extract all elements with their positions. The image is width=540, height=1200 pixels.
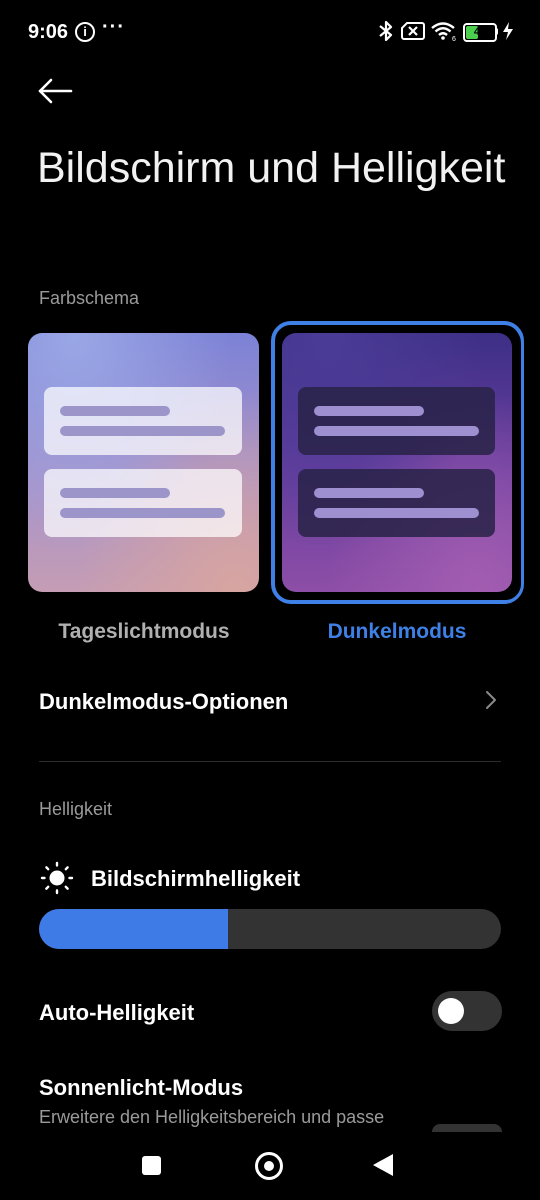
sunlight-mode-toggle[interactable]	[432, 1124, 502, 1132]
dark-mode-label[interactable]: Dunkelmodus	[277, 620, 517, 644]
toggle-knob	[438, 998, 464, 1024]
home-icon	[264, 1161, 274, 1171]
preview-line	[60, 488, 170, 498]
svg-text:6: 6	[452, 36, 456, 41]
preview-panel	[44, 469, 242, 537]
selection-inner-border	[277, 327, 521, 600]
back-button[interactable]	[36, 74, 76, 110]
battery-cap	[495, 28, 498, 35]
charging-icon	[503, 22, 513, 40]
more-dots-icon: ···	[102, 16, 125, 38]
brightness-slider-label: Bildschirmhelligkeit	[91, 866, 301, 891]
page-title: Bildschirm und Helligkeit	[37, 144, 506, 192]
brightness-slider[interactable]	[39, 909, 501, 949]
preview-line	[60, 406, 170, 416]
navigation-bar	[0, 1132, 540, 1200]
sunlight-mode-description: Erweitere den Helligkeitsbereich und pas…	[39, 1107, 385, 1127]
battery-level: 43	[473, 26, 487, 38]
bluetooth-icon	[379, 20, 393, 42]
sunlight-mode-label: Sonnenlicht-Modus	[39, 1075, 244, 1100]
wifi-icon: 6	[431, 22, 456, 41]
divider	[39, 761, 501, 762]
light-mode-label[interactable]: Tageslichtmodus	[24, 620, 264, 644]
battery-icon: 43	[463, 23, 497, 42]
auto-brightness-toggle[interactable]	[432, 991, 502, 1031]
auto-brightness-label: Auto-Helligkeit	[39, 1000, 195, 1025]
no-sim-icon	[401, 22, 425, 40]
brightness-slider-fill	[39, 909, 229, 949]
recents-button[interactable]	[142, 1156, 161, 1175]
status-bar: 9:06 i ··· 6 43	[0, 0, 540, 64]
sun-icon	[40, 861, 74, 895]
status-time: 9:06	[28, 21, 69, 43]
preview-line	[60, 508, 225, 518]
info-icon: i	[75, 22, 95, 42]
chevron-right-icon[interactable]	[484, 690, 498, 710]
brightness-section-label: Helligkeit	[39, 799, 113, 819]
preview-line	[60, 426, 225, 436]
dark-mode-options-item[interactable]: Dunkelmodus-Optionen	[39, 689, 288, 715]
home-button[interactable]	[255, 1152, 283, 1180]
nav-back-button[interactable]	[373, 1154, 393, 1176]
arrow-left-icon	[38, 78, 73, 104]
light-mode-card[interactable]	[28, 333, 259, 592]
preview-panel	[44, 387, 242, 455]
color-scheme-label: Farbschema	[39, 288, 140, 308]
